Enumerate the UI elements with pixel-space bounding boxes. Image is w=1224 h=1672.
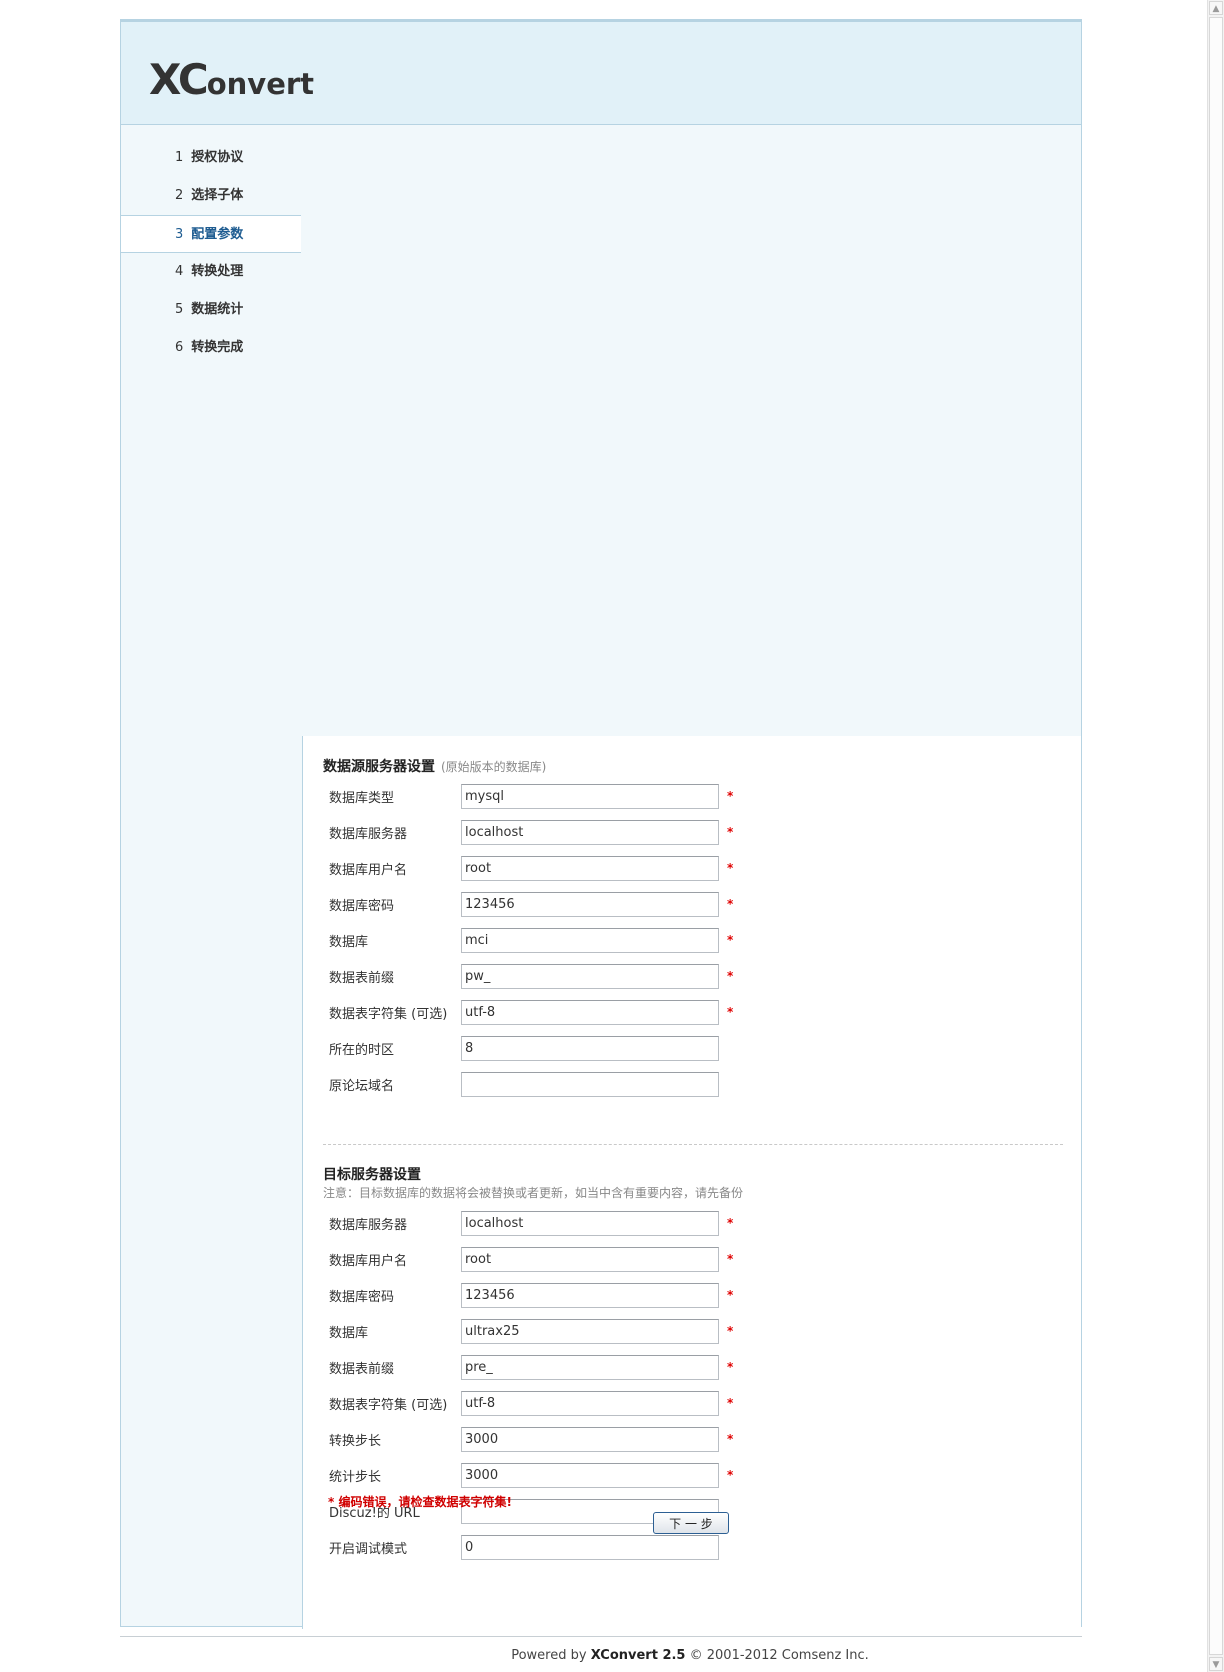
source-db-name-input[interactable] xyxy=(461,928,719,953)
source-db-type-input[interactable] xyxy=(461,784,719,809)
step-label: 选择子体 xyxy=(191,188,244,203)
target-db-server-input[interactable] xyxy=(461,1211,719,1236)
step-select-target[interactable]: 2 选择子体 xyxy=(121,177,301,215)
field-label: 数据表前缀 xyxy=(329,1362,395,1377)
target-charset-input[interactable] xyxy=(461,1391,719,1416)
target-section-title: 目标服务器设置 xyxy=(323,1164,421,1184)
error-message: * 编码错误，请检查数据表字符集! xyxy=(328,1495,512,1509)
field-label: 数据表字符集 (可选) xyxy=(329,1398,448,1413)
field-label: 数据库密码 xyxy=(329,1290,395,1305)
required-mark: * xyxy=(727,1432,734,1446)
step-label: 数据统计 xyxy=(191,302,244,317)
required-mark: * xyxy=(727,1216,734,1230)
header: XConvert xyxy=(121,22,1081,125)
field-label: 数据库 xyxy=(329,1326,369,1341)
scroll-up-arrow-icon[interactable]: ▲ xyxy=(1209,1,1223,15)
vertical-scrollbar[interactable]: ▲ ▼ xyxy=(1207,0,1224,1672)
required-mark: * xyxy=(727,1324,734,1338)
step-complete[interactable]: 6 转换完成 xyxy=(121,329,301,367)
target-db-name-input[interactable] xyxy=(461,1319,719,1344)
field-label: 所在的时区 xyxy=(329,1043,395,1058)
required-mark: * xyxy=(727,969,734,983)
next-step-button[interactable]: 下 一 步 xyxy=(653,1512,729,1534)
footer-divider xyxy=(120,1636,1082,1637)
footer-product: XConvert 2.5 xyxy=(590,1648,686,1663)
required-mark: * xyxy=(727,861,734,875)
step-sidebar: 1 授权协议 2 选择子体 3 配置参数 4 转换处理 5 数据统计 6 转换完成 xyxy=(121,139,301,367)
target-table-prefix-input[interactable] xyxy=(461,1355,719,1380)
step-label: 转换完成 xyxy=(191,340,244,355)
scrollbar-thumb[interactable] xyxy=(1209,17,1223,1655)
step-config[interactable]: 3 配置参数 xyxy=(121,215,301,253)
page-container: XConvert 1 授权协议 2 选择子体 3 配置参数 4 转换处理 5 数据统计 6… xyxy=(120,19,1082,1629)
required-mark: * xyxy=(727,789,734,803)
field-label: 数据库服务器 xyxy=(329,1218,408,1233)
source-db-server-input[interactable] xyxy=(461,820,719,845)
footer: Powered by XConvert 2.5 © 2001-2012 Coms… xyxy=(0,1648,1224,1663)
step-number: 4 xyxy=(175,264,184,279)
step-number: 3 xyxy=(175,227,184,242)
step-label: 配置参数 xyxy=(191,227,244,242)
field-label: 数据库类型 xyxy=(329,791,395,806)
footer-prefix: Powered by xyxy=(511,1648,587,1663)
required-mark: * xyxy=(727,1005,734,1019)
required-mark: * xyxy=(727,1252,734,1266)
required-mark: * xyxy=(727,1396,734,1410)
footer-copyright: © 2001-2012 Comsenz Inc. xyxy=(689,1648,869,1663)
required-mark: * xyxy=(727,933,734,947)
step-number: 2 xyxy=(175,188,184,203)
field-label: 开启调试模式 xyxy=(329,1542,408,1557)
step-number: 6 xyxy=(175,340,184,355)
target-note: 注意：目标数据库的数据将会被替换或者更新，如当中含有重要内容，请先备份 xyxy=(323,1186,744,1200)
target-debug-mode-input[interactable] xyxy=(461,1535,719,1560)
required-mark: * xyxy=(727,825,734,839)
source-table-prefix-input[interactable] xyxy=(461,964,719,989)
field-label: 统计步长 xyxy=(329,1470,382,1485)
source-title-text: 数据源服务器设置 xyxy=(323,759,435,775)
logo-initials: XC xyxy=(149,55,209,104)
required-mark: * xyxy=(727,1468,734,1482)
required-mark: * xyxy=(727,1360,734,1374)
field-label: 数据库服务器 xyxy=(329,827,408,842)
source-db-password-input[interactable] xyxy=(461,892,719,917)
logo: XConvert xyxy=(149,55,314,104)
source-subtitle: (原始版本的数据库) xyxy=(441,760,547,774)
field-label: 数据库密码 xyxy=(329,899,395,914)
source-charset-input[interactable] xyxy=(461,1000,719,1025)
scroll-down-arrow-icon[interactable]: ▼ xyxy=(1209,1657,1223,1671)
source-db-user-input[interactable] xyxy=(461,856,719,881)
target-convert-step-input[interactable] xyxy=(461,1427,719,1452)
target-db-password-input[interactable] xyxy=(461,1283,719,1308)
section-divider xyxy=(323,1144,1063,1145)
target-stat-step-input[interactable] xyxy=(461,1463,719,1488)
step-number: 5 xyxy=(175,302,184,317)
field-label: 数据库用户名 xyxy=(329,863,408,878)
field-label: 数据表前缀 xyxy=(329,971,395,986)
field-label: 数据库用户名 xyxy=(329,1254,408,1269)
field-label: 数据表字符集 (可选) xyxy=(329,1007,448,1022)
step-convert[interactable]: 4 转换处理 xyxy=(121,253,301,291)
target-db-user-input[interactable] xyxy=(461,1247,719,1272)
step-label: 转换处理 xyxy=(191,264,244,279)
step-number: 1 xyxy=(175,150,184,165)
source-domain-input[interactable] xyxy=(461,1072,719,1097)
step-statistics[interactable]: 5 数据统计 xyxy=(121,291,301,329)
source-timezone-input[interactable] xyxy=(461,1036,719,1061)
form-actions: * 编码错误，请检查数据表字符集! 下 一 步 xyxy=(302,1493,1002,1534)
field-label: 原论坛域名 xyxy=(329,1079,395,1094)
required-mark: * xyxy=(727,897,734,911)
field-label: 转换步长 xyxy=(329,1434,382,1449)
step-label: 授权协议 xyxy=(191,150,244,165)
target-title-text: 目标服务器设置 xyxy=(323,1167,421,1183)
logo-text: onvert xyxy=(206,67,315,101)
step-license[interactable]: 1 授权协议 xyxy=(121,139,301,177)
required-mark: * xyxy=(727,1288,734,1302)
field-label: 数据库 xyxy=(329,935,369,950)
source-section-title: 数据源服务器设置 (原始版本的数据库) xyxy=(323,756,546,776)
